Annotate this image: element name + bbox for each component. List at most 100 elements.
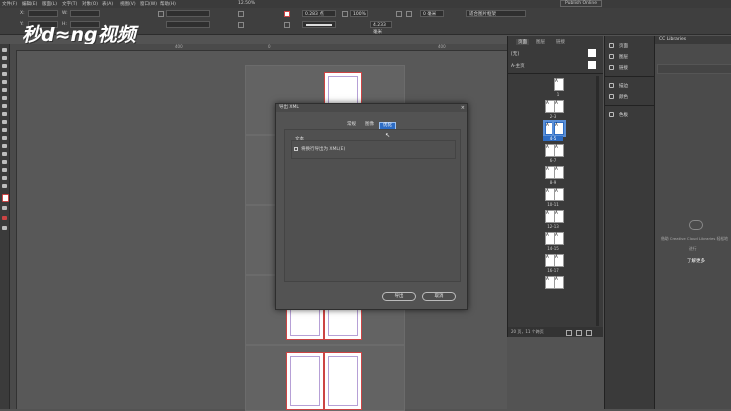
pen-tool-icon[interactable] (2, 96, 7, 100)
toolbox (0, 44, 10, 409)
stroke-weight-field[interactable]: 0.283 点 (302, 10, 336, 17)
screen-mode-icon[interactable] (2, 226, 7, 230)
vertical-ruler (10, 50, 17, 409)
zoom-level[interactable]: 12.50% (238, 1, 255, 6)
w-field[interactable] (70, 10, 100, 17)
page-tool-icon[interactable] (2, 64, 7, 68)
line-tool-icon[interactable] (2, 88, 7, 92)
dialog-title: 导出 XML (276, 104, 467, 112)
x-field[interactable] (28, 10, 58, 17)
scissors-tool-icon[interactable] (2, 128, 7, 132)
apply-none-icon[interactable] (2, 216, 7, 220)
tab-links[interactable]: 链接 (556, 39, 565, 45)
hand-tool-icon[interactable] (2, 176, 7, 180)
cancel-button[interactable]: 取消 (422, 292, 456, 301)
dock-links[interactable]: 链接 (609, 65, 628, 71)
dock-swatches[interactable]: 色板 (609, 112, 628, 118)
a-master-thumb[interactable] (588, 61, 596, 69)
stroke-type-select[interactable] (302, 21, 336, 28)
stroke-offset-field[interactable]: 4.233 毫米 (370, 21, 392, 35)
drop-shadow-icon[interactable] (406, 11, 412, 17)
page-17-thumb[interactable]: A (554, 254, 564, 267)
gradient-feather-tool-icon[interactable] (2, 152, 7, 156)
tab-images[interactable]: 图像 (362, 122, 377, 128)
learn-more-link[interactable]: 了解更多 (687, 258, 705, 264)
menu-edit[interactable]: 编辑(E) (22, 1, 37, 7)
tab-pages[interactable]: 页面 (516, 39, 529, 45)
page-13-thumb[interactable]: A (554, 210, 564, 223)
note-tool-icon[interactable] (2, 160, 7, 164)
menu-object[interactable]: 对象(O) (82, 1, 98, 7)
page-label: 14-15 (547, 246, 559, 251)
workspace-switcher[interactable]: Publish Online (560, 0, 602, 7)
rotate-icon[interactable] (238, 11, 244, 17)
spread-5[interactable] (245, 345, 405, 411)
page-7-thumb[interactable]: A (554, 144, 564, 157)
direct-selection-tool-icon[interactable] (2, 56, 7, 60)
layers-icon (609, 54, 614, 59)
pages-scrollbar[interactable] (596, 76, 599, 326)
scale-y-field[interactable] (166, 21, 210, 28)
gradient-tool-icon[interactable] (2, 144, 7, 148)
checkbox[interactable] (294, 147, 298, 151)
page-19-thumb[interactable]: A (554, 276, 564, 289)
scale-x-field[interactable] (166, 10, 210, 17)
page-thumb[interactable] (324, 352, 362, 410)
corner-size-field[interactable]: 0 毫米 (420, 10, 444, 17)
menu-layout[interactable]: 版面(L) (42, 1, 57, 7)
ruler-tick: 400 (175, 44, 183, 49)
new-page-icon[interactable] (576, 330, 582, 336)
selection-tool-icon[interactable] (2, 48, 7, 52)
page-9-thumb[interactable]: A (554, 166, 564, 179)
cc-search-input[interactable] (657, 64, 731, 74)
menu-type[interactable]: 文字(T) (62, 1, 77, 7)
scale-icon[interactable] (158, 11, 164, 17)
rectangle-tool-icon[interactable] (2, 120, 7, 124)
dock-pages[interactable]: 页面 (609, 43, 628, 49)
rectangle-frame-tool-icon[interactable] (2, 112, 7, 116)
opacity-icon (342, 11, 348, 17)
page-label: 4-5 (543, 136, 563, 141)
close-icon[interactable]: × (461, 105, 465, 111)
a-master[interactable]: A-主页 (511, 63, 525, 69)
menu-window[interactable]: 窗口(W) (140, 1, 157, 7)
cc-libraries-title[interactable]: CC Libraries (659, 37, 686, 42)
pencil-tool-icon[interactable] (2, 104, 7, 108)
none-master[interactable]: [无] (511, 51, 519, 57)
page-size-icon[interactable] (566, 330, 572, 336)
menu-help[interactable]: 帮助(H) (160, 1, 176, 7)
export-button[interactable]: 导出 (382, 292, 416, 301)
gap-tool-icon[interactable] (2, 72, 7, 76)
page-thumb[interactable] (286, 352, 324, 410)
apply-color-icon[interactable] (2, 206, 7, 210)
menu-view[interactable]: 视图(V) (120, 1, 136, 7)
stroke-swatch-icon[interactable] (284, 22, 290, 28)
menu-file[interactable]: 文件(F) (2, 1, 17, 7)
page-5-thumb[interactable]: A (552, 120, 566, 137)
page-1-thumb[interactable]: A (554, 78, 564, 91)
opacity-field[interactable]: 100% (350, 10, 368, 17)
eyedropper-tool-icon[interactable] (2, 168, 7, 172)
menu-table[interactable]: 表(A) (102, 1, 113, 7)
auto-fit-select[interactable]: 适合图片框架 (466, 10, 526, 17)
page-3-thumb[interactable]: A (554, 100, 564, 113)
page-15-thumb[interactable]: A (554, 232, 564, 245)
trash-icon[interactable] (586, 330, 592, 336)
shear-icon[interactable] (238, 22, 244, 28)
dock-color[interactable]: 颜色 (609, 94, 628, 100)
dock-stroke[interactable]: 描边 (609, 83, 628, 89)
tab-layers[interactable]: 图层 (536, 39, 545, 45)
page-11-thumb[interactable]: A (554, 188, 564, 201)
effects-icon[interactable] (396, 11, 402, 17)
type-tool-icon[interactable] (2, 80, 7, 84)
none-master-thumb[interactable] (588, 49, 596, 57)
tab-general[interactable]: 常规 (344, 122, 359, 128)
free-transform-tool-icon[interactable] (2, 136, 7, 140)
zoom-tool-icon[interactable] (2, 184, 7, 188)
fill-stroke-icon[interactable] (2, 194, 9, 202)
fill-swatch-icon[interactable] (284, 11, 290, 17)
cc-libraries-panel: CC Libraries 借助 Creative Cloud Libraries… (654, 36, 731, 409)
checkbox-label[interactable]: 将换行导出为 XML(E) (301, 146, 345, 152)
dock-layers[interactable]: 图层 (609, 54, 628, 60)
cc-message-2: 进行 (689, 246, 697, 251)
